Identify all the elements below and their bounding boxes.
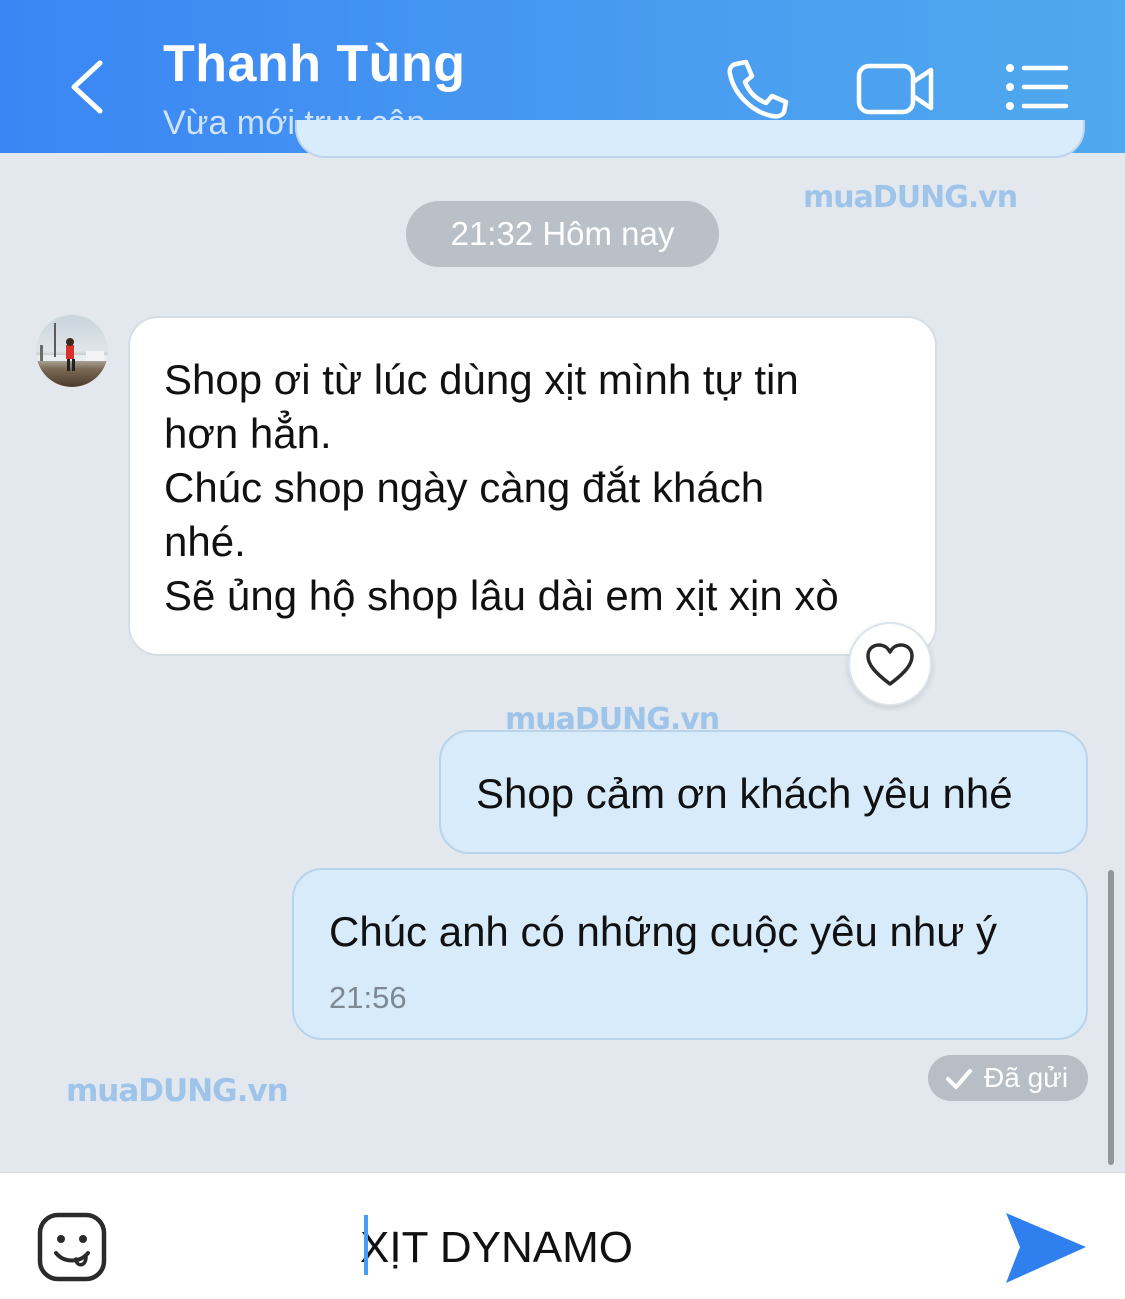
video-call-button[interactable] xyxy=(855,58,937,118)
message-composer: XỊT DYNAMO xyxy=(0,1172,1125,1299)
message-input[interactable]: XỊT DYNAMO xyxy=(360,1213,960,1283)
message-line: nhé. xyxy=(164,518,246,565)
contact-name[interactable]: Thanh Tùng xyxy=(163,34,465,94)
react-like-button[interactable] xyxy=(848,622,932,706)
phone-icon xyxy=(727,59,789,119)
menu-list-icon xyxy=(1006,64,1069,110)
call-button[interactable] xyxy=(722,56,792,120)
checkmark-icon xyxy=(946,1069,972,1089)
menu-button[interactable] xyxy=(1002,62,1070,112)
send-button[interactable] xyxy=(1000,1207,1090,1289)
watermark-logo: muaDUNG.vn xyxy=(66,1073,289,1109)
message-timestamp: 21:56 xyxy=(329,980,407,1015)
outgoing-message-bubble[interactable]: Chúc anh có những cuộc yêu như ý 21:56 xyxy=(292,868,1088,1040)
back-button[interactable] xyxy=(60,55,120,119)
message-text: Chúc anh có những cuộc yêu như ý xyxy=(329,908,997,955)
message-text: Shop cảm ơn khách yêu nhé xyxy=(476,770,1013,817)
previous-message-bubble xyxy=(295,120,1085,158)
sent-status-badge: Đã gửi xyxy=(928,1055,1088,1101)
text-caret xyxy=(364,1215,368,1275)
time-divider: 21:32 Hôm nay xyxy=(406,201,719,267)
avatar-photo xyxy=(36,323,108,371)
watermark-logo: muaDUNG.vn xyxy=(803,180,1018,215)
back-chevron-icon xyxy=(71,60,103,114)
message-line: Chúc shop ngày càng đắt khách xyxy=(164,464,765,511)
chat-scrollbar[interactable] xyxy=(1108,870,1114,1165)
heart-icon xyxy=(866,643,914,686)
outgoing-message-bubble[interactable]: Shop cảm ơn khách yêu nhé xyxy=(439,730,1088,854)
incoming-message-bubble[interactable]: Shop ơi từ lúc dùng xịt mình tự tin hơn … xyxy=(128,316,937,656)
contact-avatar[interactable] xyxy=(36,315,108,387)
message-line: Shop ơi từ lúc dùng xịt mình tự tin xyxy=(164,356,799,403)
send-arrow-icon xyxy=(1006,1213,1086,1283)
sticker-face-icon xyxy=(37,1212,107,1282)
emoji-button[interactable] xyxy=(36,1211,108,1283)
message-line: Sẽ ủng hộ shop lâu dài em xịt xịn xò xyxy=(164,572,839,619)
sent-status-text: Đã gửi xyxy=(984,1062,1069,1093)
video-icon xyxy=(856,63,934,115)
message-line: hơn hẳn. xyxy=(164,410,332,457)
